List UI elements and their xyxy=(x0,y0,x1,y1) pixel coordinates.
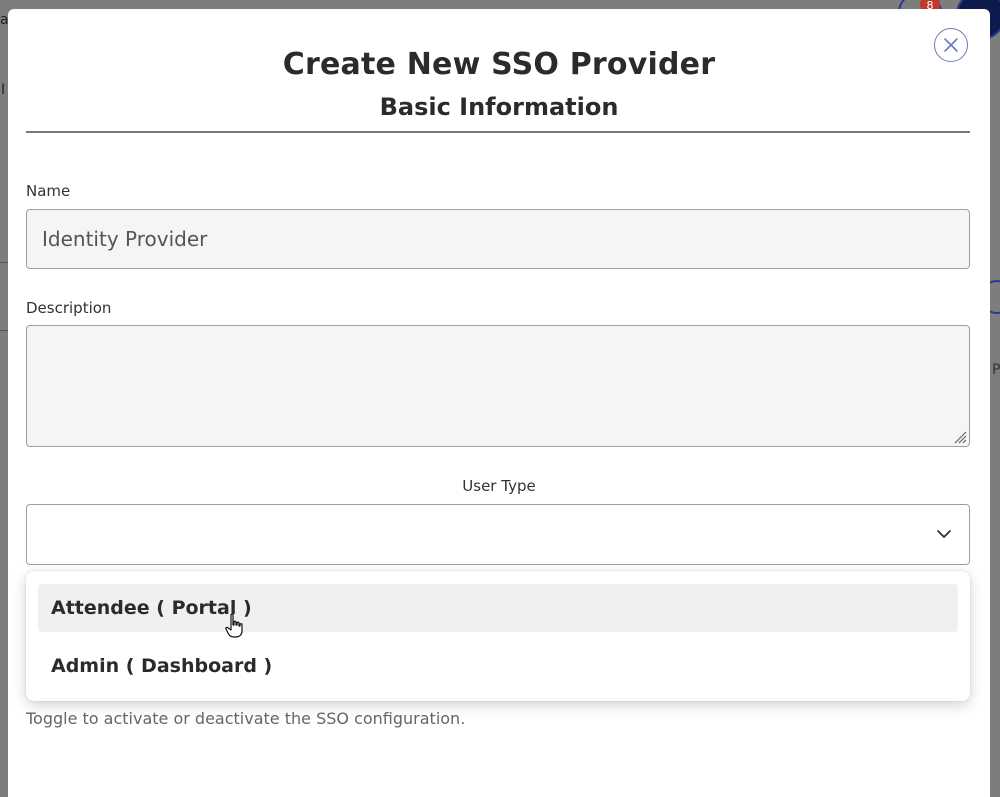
close-button[interactable] xyxy=(934,28,968,62)
section-title: Basic Information xyxy=(379,93,619,121)
toggle-help-text: Toggle to activate or deactivate the SSO… xyxy=(26,709,466,728)
close-icon xyxy=(944,38,958,52)
background-divider xyxy=(0,330,8,331)
description-label: Description xyxy=(26,299,112,317)
name-label: Name xyxy=(26,182,71,200)
option-admin-dashboard[interactable]: Admin ( Dashboard ) xyxy=(38,642,958,690)
user-type-select[interactable] xyxy=(26,504,970,565)
background-text: P xyxy=(992,362,1000,378)
user-type-label: User Type xyxy=(462,477,536,495)
resize-handle-icon[interactable] xyxy=(953,430,967,444)
modal-title: Create New SSO Provider xyxy=(282,47,716,82)
description-textarea[interactable] xyxy=(26,325,970,447)
header-divider xyxy=(26,131,970,133)
background-divider xyxy=(0,262,8,263)
hand-pointer-icon xyxy=(225,613,243,638)
option-attendee-portal[interactable]: Attendee ( Portal ) xyxy=(38,584,958,632)
background-text: I xyxy=(1,82,6,98)
sso-provider-modal: Create New SSO Provider Basic Informatio… xyxy=(8,9,990,797)
chevron-down-icon xyxy=(937,530,951,538)
user-type-dropdown-menu: Attendee ( Portal ) Admin ( Dashboard ) xyxy=(26,571,970,701)
name-input[interactable]: Identity Provider xyxy=(26,209,970,269)
